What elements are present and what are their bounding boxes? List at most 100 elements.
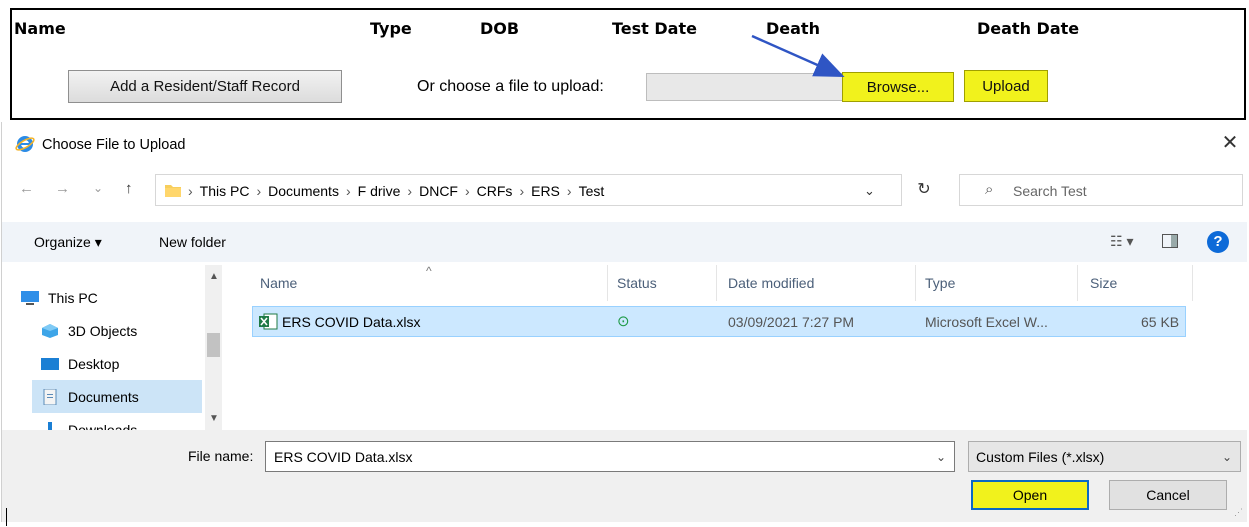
column-divider <box>716 265 717 301</box>
breadcrumb-f-drive[interactable]: F drive <box>358 183 401 199</box>
command-toolbar: Organize ▾ New folder ☷ ▾ ? <box>2 222 1247 262</box>
column-header-date-modified[interactable]: Date modified <box>728 275 814 291</box>
tree-item-label: This PC <box>48 289 98 306</box>
column-header-file-type[interactable]: Type <box>925 275 955 291</box>
sort-ascending-icon: ^ <box>426 264 432 278</box>
pc-icon <box>21 290 39 305</box>
navigation-pane: This PC 3D Objects Desktop Documents Dow… <box>2 265 224 430</box>
column-header-name: Name <box>14 19 66 38</box>
dialog-titlebar: Choose File to Upload ✕ <box>2 122 1247 166</box>
breadcrumb-separator: › <box>256 183 262 199</box>
upload-button[interactable]: Upload <box>964 70 1048 102</box>
organize-menu-button[interactable]: Organize ▾ <box>34 234 102 251</box>
scroll-thumb[interactable] <box>207 333 220 357</box>
file-name-label: File name: <box>188 448 254 464</box>
column-divider <box>915 265 916 301</box>
breadcrumb-separator: › <box>519 183 525 199</box>
column-header-death: Death <box>766 19 820 38</box>
file-list: ^ Name Status Date modified Type Size ER… <box>232 264 1248 430</box>
breadcrumb-this-pc[interactable]: This PC <box>200 183 250 199</box>
column-header-dob: DOB <box>480 19 520 38</box>
tree-item-label: Documents <box>68 388 139 405</box>
documents-icon <box>43 388 57 405</box>
file-size-cell: 65 KB <box>1141 314 1180 330</box>
file-type-filter-select[interactable]: Custom Files (*.xlsx) ⌄ <box>968 441 1241 472</box>
tree-item-3d-objects[interactable]: 3D Objects <box>32 314 222 347</box>
choose-file-dialog: Choose File to Upload ✕ ← → ⌄ ↑ › This P… <box>1 122 1247 522</box>
column-header-death-date: Death Date <box>977 19 1080 38</box>
tree-item-label: Downloads <box>68 421 138 431</box>
downloads-icon <box>44 421 56 430</box>
breadcrumb-documents[interactable]: Documents <box>268 183 339 199</box>
breadcrumb: › This PC › Documents › F drive › DNCF ›… <box>188 183 604 199</box>
search-placeholder: Search Test <box>1013 183 1087 199</box>
cube-icon <box>42 323 58 338</box>
breadcrumb-separator: › <box>464 183 470 199</box>
search-input[interactable]: ⌕ Search Test <box>959 174 1243 206</box>
breadcrumb-test[interactable]: Test <box>579 183 605 199</box>
column-divider <box>1192 265 1193 301</box>
address-bar[interactable]: › This PC › Documents › F drive › DNCF ›… <box>155 174 902 206</box>
browse-button[interactable]: Browse... <box>842 72 954 102</box>
resident-upload-panel: Name Type DOB Test Date Death Death Date… <box>10 8 1246 120</box>
internet-explorer-icon <box>15 136 35 152</box>
divider <box>6 508 7 526</box>
recent-locations-icon[interactable]: ⌄ <box>93 181 103 195</box>
breadcrumb-separator: › <box>188 183 193 199</box>
refresh-icon[interactable]: ↻ <box>908 174 940 206</box>
breadcrumb-separator: › <box>407 183 413 199</box>
new-folder-button[interactable]: New folder <box>159 234 226 250</box>
file-date-cell: 03/09/2021 7:27 PM <box>728 314 855 330</box>
chevron-down-icon[interactable]: ⌄ <box>936 450 946 464</box>
column-header-size[interactable]: Size <box>1090 275 1117 291</box>
column-header-type: Type <box>370 19 412 38</box>
file-name-input[interactable]: ERS COVID Data.xlsx ⌄ <box>265 441 955 472</box>
sync-status-icon: ⊙ <box>617 313 630 330</box>
column-header-test-date: Test Date <box>612 19 697 38</box>
help-icon[interactable]: ? <box>1207 231 1229 253</box>
column-divider <box>1077 265 1078 301</box>
file-name-value: ERS COVID Data.xlsx <box>274 449 413 465</box>
breadcrumb-crfs[interactable]: CRFs <box>477 183 513 199</box>
navigation-bar: ← → ⌄ ↑ › This PC › Documents › F drive … <box>2 170 1247 208</box>
tree-item-desktop[interactable]: Desktop <box>32 347 222 380</box>
dialog-footer: File name: ERS COVID Data.xlsx ⌄ Custom … <box>2 430 1247 522</box>
navigation-pane-scrollbar[interactable]: ▲ ▼ <box>205 265 222 430</box>
scroll-down-icon[interactable]: ▼ <box>209 413 219 424</box>
scroll-up-icon[interactable]: ▲ <box>209 271 219 282</box>
up-arrow-icon[interactable]: ↑ <box>125 180 133 197</box>
tree-item-label: Desktop <box>68 355 120 372</box>
upload-prompt-label: Or choose a file to upload: <box>417 78 604 95</box>
file-type-filter-value: Custom Files (*.xlsx) <box>976 449 1105 465</box>
back-arrow-icon[interactable]: ← <box>19 180 34 197</box>
add-record-button[interactable]: Add a Resident/Staff Record <box>68 70 342 103</box>
cancel-button[interactable]: Cancel <box>1109 480 1227 510</box>
preview-pane-icon[interactable] <box>1162 234 1178 248</box>
file-path-input[interactable] <box>646 73 850 101</box>
tree-item-this-pc[interactable]: This PC <box>12 281 202 314</box>
open-button[interactable]: Open <box>971 480 1089 510</box>
search-icon: ⌕ <box>985 181 994 198</box>
breadcrumb-ers[interactable]: ERS <box>531 183 560 199</box>
file-name-cell: ERS COVID Data.xlsx <box>282 314 421 330</box>
column-header-file-name[interactable]: Name <box>260 275 297 291</box>
folder-icon <box>165 185 181 197</box>
table-row[interactable]: ERS COVID Data.xlsx ⊙ 03/09/2021 7:27 PM… <box>252 306 1186 337</box>
change-view-icon[interactable]: ☷ ▾ <box>1110 233 1133 250</box>
breadcrumb-separator: › <box>345 183 351 199</box>
chevron-down-icon[interactable]: ⌄ <box>1222 450 1232 464</box>
breadcrumb-dncf[interactable]: DNCF <box>419 183 458 199</box>
tree-item-downloads[interactable]: Downloads <box>32 413 222 430</box>
close-icon[interactable]: ✕ <box>1219 132 1241 154</box>
resize-grip-icon[interactable]: ⋰ <box>1234 507 1243 518</box>
tree-item-label: 3D Objects <box>68 322 138 339</box>
column-header-status[interactable]: Status <box>617 275 657 291</box>
excel-file-icon <box>259 313 278 330</box>
dialog-title: Choose File to Upload <box>42 137 186 153</box>
address-dropdown-icon[interactable]: ⌄ <box>864 183 875 199</box>
forward-arrow-icon[interactable]: → <box>55 180 70 197</box>
desktop-icon <box>41 357 59 370</box>
column-divider <box>607 265 608 301</box>
file-type-cell: Microsoft Excel W... <box>925 314 1048 330</box>
tree-item-documents[interactable]: Documents <box>32 380 202 413</box>
